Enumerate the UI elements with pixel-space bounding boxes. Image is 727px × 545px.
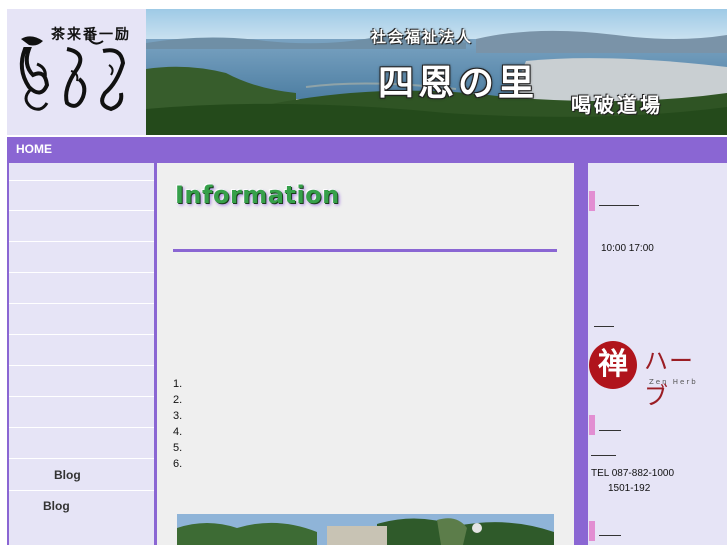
sidebar-item[interactable] xyxy=(9,429,154,459)
zen-herb-english: Zen Herb xyxy=(649,378,698,386)
sidebar-item-blog[interactable]: Blog xyxy=(9,491,154,522)
sidebar-item-blog[interactable]: Blog xyxy=(9,460,154,491)
list-item[interactable]: 3. xyxy=(173,408,182,424)
site-header: 茶来番一励 社会福祉法人 四恩の里 喝破道場 xyxy=(7,9,727,135)
section-rule xyxy=(591,455,616,456)
zen-herb-banner[interactable]: 禅 ハーブ Zen Herb xyxy=(589,341,707,410)
sidebar-item[interactable] xyxy=(9,305,154,335)
information-list: 1. 2. 3. 4. 5. 6. xyxy=(173,376,182,472)
sidebar-item-label: Blog xyxy=(54,468,81,482)
list-item[interactable]: 5. xyxy=(173,440,182,456)
main-content: Information 1. 2. 3. 4. 5. 6. xyxy=(157,163,574,545)
zen-herb-kana: ハーブ xyxy=(644,347,694,410)
content-photo xyxy=(177,514,554,545)
sidebar-item[interactable] xyxy=(9,398,154,428)
address-number: 1501-192 xyxy=(608,483,651,494)
zen-herb-kanji-badge: 禅 xyxy=(589,341,637,389)
section-marker xyxy=(589,415,595,435)
section-marker xyxy=(589,191,595,211)
dojo-name: 喝破道場 xyxy=(571,93,663,117)
sidebar-item[interactable] xyxy=(9,336,154,366)
section-rule xyxy=(599,535,621,536)
sidebar-item[interactable] xyxy=(9,367,154,397)
section-rule xyxy=(594,326,614,327)
sidebar-item[interactable] xyxy=(9,243,154,273)
top-navigation: HOME xyxy=(7,137,727,161)
list-item[interactable]: 2. xyxy=(173,392,182,408)
garden-photo-icon xyxy=(177,514,554,545)
list-item[interactable]: 1. xyxy=(173,376,182,392)
sidebar-item[interactable] xyxy=(9,212,154,242)
business-hours: 10:00 17:00 xyxy=(601,243,654,254)
right-sidebar: 10:00 17:00 禅 ハーブ Zen Herb TEL 087-882-1… xyxy=(588,163,727,545)
section-rule xyxy=(599,205,639,206)
organization-type: 社会福祉法人 xyxy=(371,28,474,46)
heading-divider xyxy=(173,249,557,252)
banner-image: 社会福祉法人 四恩の里 喝破道場 xyxy=(146,9,727,135)
telephone-number: TEL 087-882-1000 xyxy=(591,468,675,479)
section-marker xyxy=(589,521,595,541)
sidebar-item[interactable] xyxy=(9,274,154,304)
list-item[interactable]: 6. xyxy=(173,456,182,472)
site-logo[interactable]: 茶来番一励 xyxy=(7,9,146,135)
sidebar-item-label: Blog xyxy=(43,499,70,513)
information-heading: Information xyxy=(175,181,340,209)
section-rule xyxy=(599,430,621,431)
left-sidebar: Blog Blog xyxy=(9,163,154,545)
sidebar-item[interactable] xyxy=(9,181,154,211)
sidebar-item[interactable] xyxy=(9,163,154,181)
zen-herb-kanji: 禅 xyxy=(598,347,628,382)
site-title: 四恩の里 xyxy=(378,62,539,104)
list-item[interactable]: 4. xyxy=(173,424,182,440)
brush-calligraphy-logo-icon: 茶来番一励 xyxy=(19,26,129,112)
nav-home-link[interactable]: HOME xyxy=(16,142,52,156)
